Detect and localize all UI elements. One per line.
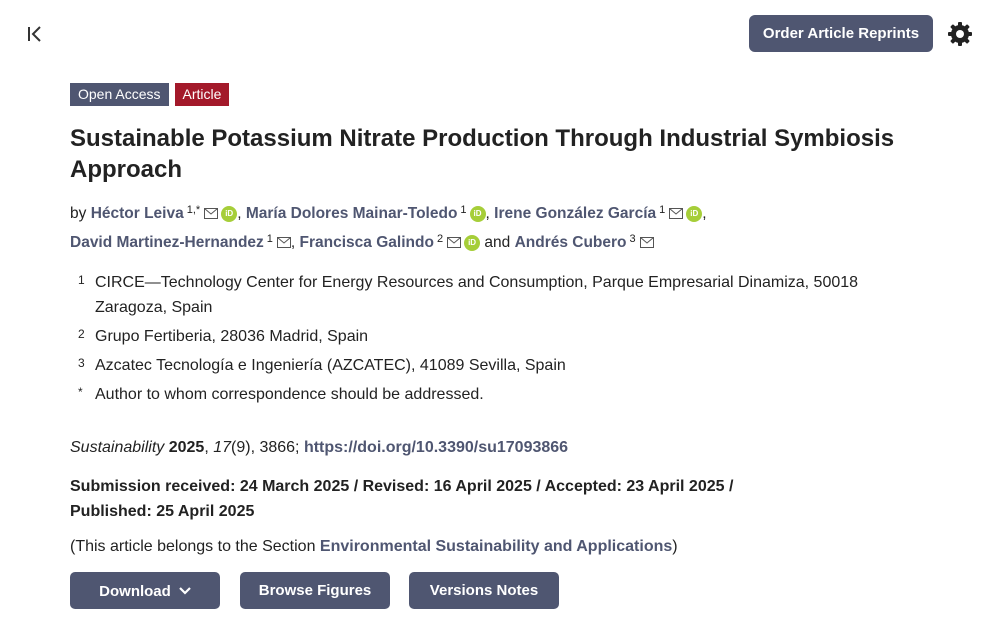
- section-suffix: ): [672, 538, 678, 555]
- affiliation-item: 1 CIRCE—Technology Center for Energy Res…: [70, 270, 950, 320]
- article-actions: Download Browse Figures Versions Notes: [70, 572, 559, 609]
- affiliation-number: 3: [78, 356, 85, 370]
- section-prefix: (This article belongs to the Section: [70, 538, 320, 555]
- affiliation-number: 2: [78, 327, 85, 341]
- article-type-badge: Article: [174, 83, 230, 106]
- author-david-martinez-hernandez[interactable]: David Martinez-Hernandez: [70, 234, 264, 251]
- author-separator: ,: [237, 205, 242, 222]
- mail-icon[interactable]: [276, 231, 291, 256]
- affiliation-text: CIRCE—Technology Center for Energy Resou…: [95, 274, 859, 316]
- and-label: and: [484, 234, 511, 251]
- author-affil-sup: 1: [460, 204, 467, 216]
- affiliation-number: *: [78, 385, 83, 399]
- mail-icon[interactable]: [639, 231, 654, 256]
- affiliations: 1 CIRCE—Technology Center for Energy Res…: [70, 270, 950, 411]
- affiliation-item: * Author to whom correspondence should b…: [70, 382, 950, 407]
- orcid-icon[interactable]: iD: [221, 206, 238, 222]
- orcid-icon[interactable]: iD: [686, 206, 703, 222]
- author-affil-sup: 1: [266, 233, 273, 245]
- article-title: Sustainable Potassium Nitrate Production…: [70, 125, 895, 183]
- gear-icon[interactable]: [946, 20, 974, 48]
- affiliation-text: Azcatec Tecnología e Ingeniería (AZCATEC…: [95, 357, 566, 374]
- affiliation-text: Author to whom correspondence should be …: [95, 386, 484, 403]
- citation-volume: 17: [213, 439, 232, 456]
- author-affil-sup: 1,*: [186, 204, 201, 216]
- order-reprints-button[interactable]: Order Article Reprints: [749, 15, 933, 52]
- author-affil-sup: 2: [436, 233, 444, 245]
- affiliation-number: 1: [78, 273, 85, 287]
- chevron-down-icon: [179, 572, 191, 609]
- affiliation-item: 3 Azcatec Tecnología e Ingeniería (AZCAT…: [70, 353, 950, 378]
- article-badges: Open Access Article: [70, 83, 230, 106]
- mail-icon[interactable]: [447, 231, 462, 256]
- versions-notes-button[interactable]: Versions Notes: [409, 572, 559, 609]
- author-maria-dolores-mainar-toledo[interactable]: María Dolores Mainar-Toledo: [246, 205, 458, 222]
- section-link[interactable]: Environmental Sustainability and Applica…: [320, 538, 672, 555]
- author-separator: ,: [702, 205, 707, 222]
- affiliation-item: 2 Grupo Fertiberia, 28036 Madrid, Spain: [70, 324, 950, 349]
- citation: Sustainability 2025, 17(9), 3866; https:…: [70, 437, 568, 459]
- download-label: Download: [99, 583, 171, 600]
- author-irene-gonzalez-garcia[interactable]: Irene González García: [494, 205, 656, 222]
- orcid-icon[interactable]: iD: [464, 235, 481, 251]
- citation-separator: ,: [204, 439, 214, 456]
- author-hector-leiva[interactable]: Héctor Leiva: [91, 205, 184, 222]
- citation-year: 2025: [168, 439, 205, 456]
- author-separator: ,: [485, 205, 490, 222]
- author-affil-sup: 3: [629, 233, 636, 245]
- author-francisca-galindo[interactable]: Francisca Galindo: [300, 234, 434, 251]
- doi-link[interactable]: https://doi.org/10.3390/su17093866: [304, 439, 568, 456]
- author-affil-sup: 1: [659, 204, 666, 216]
- publication-dates: Submission received: 24 March 2025 / Rev…: [70, 478, 734, 520]
- collapse-left-icon[interactable]: [24, 22, 48, 46]
- by-label: by: [70, 205, 87, 222]
- citation-issue-pages: (9), 3866;: [231, 439, 304, 456]
- affiliation-text: Grupo Fertiberia, 28036 Madrid, Spain: [95, 328, 369, 345]
- journal-name: Sustainability: [70, 439, 165, 456]
- article-section: (This article belongs to the Section Env…: [70, 536, 678, 558]
- download-button[interactable]: Download: [70, 572, 220, 609]
- orcid-icon[interactable]: iD: [469, 206, 486, 222]
- author-andres-cubero[interactable]: Andrés Cubero: [515, 234, 627, 251]
- author-list: by Héctor Leiva 1,* iD, María Dolores Main…: [70, 198, 950, 256]
- author-separator: ,: [290, 234, 296, 251]
- mail-icon[interactable]: [669, 202, 684, 227]
- open-access-badge: Open Access: [70, 83, 169, 106]
- browse-figures-button[interactable]: Browse Figures: [240, 572, 390, 609]
- mail-icon[interactable]: [204, 202, 219, 227]
